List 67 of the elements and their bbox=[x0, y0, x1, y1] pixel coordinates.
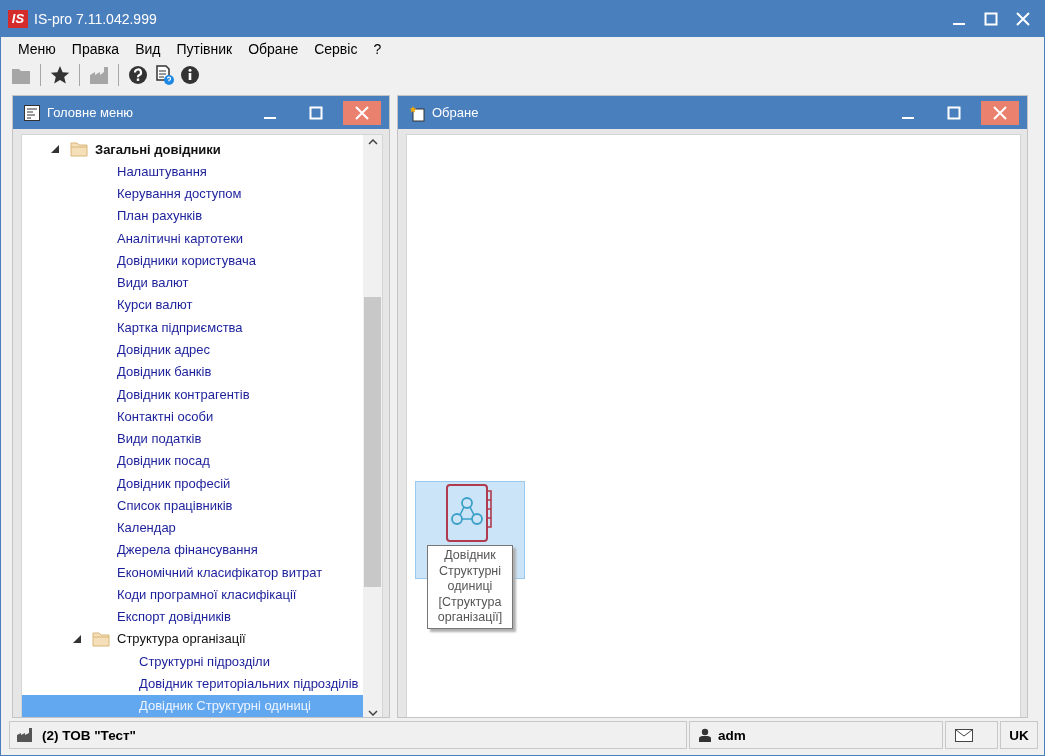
close-icon bbox=[1016, 11, 1030, 26]
tooltip: Довідник Структурні одиниці [Структура організації] bbox=[427, 545, 513, 629]
menu-item[interactable]: Обране bbox=[240, 40, 307, 57]
tree-item[interactable]: Експорт довідників bbox=[22, 605, 363, 628]
user-icon bbox=[698, 728, 712, 742]
folder-icon bbox=[70, 141, 88, 158]
tree-item[interactable]: Аналітичні картотеки bbox=[22, 227, 363, 250]
tree-item[interactable]: Контактні особи bbox=[22, 405, 363, 428]
language-indicator[interactable]: UK bbox=[1000, 721, 1038, 749]
tree-item[interactable]: Довідник територіальних підрозділів bbox=[22, 672, 363, 695]
tree-item[interactable]: Види валют bbox=[22, 271, 363, 294]
menu-window-icon bbox=[23, 103, 41, 122]
tree-item[interactable]: План рахунків bbox=[22, 204, 363, 228]
tree-item[interactable]: Список працівників bbox=[22, 494, 363, 517]
tree-item[interactable]: Економічний класифікатор витрат bbox=[22, 561, 363, 584]
tree-item[interactable]: Довідник посад bbox=[22, 449, 363, 472]
expanded-arrow-icon[interactable] bbox=[72, 633, 82, 644]
envelope-icon bbox=[955, 728, 973, 742]
maximize-icon bbox=[309, 105, 323, 120]
tree-folder[interactable]: Загальні довідники bbox=[22, 138, 363, 161]
close-icon bbox=[993, 105, 1007, 120]
scrollbar[interactable] bbox=[363, 135, 382, 717]
folder-icon bbox=[92, 630, 110, 647]
expanded-arrow-icon[interactable] bbox=[50, 144, 60, 155]
menu-item[interactable]: Правка bbox=[63, 40, 128, 57]
tree-item[interactable]: Керування доступом bbox=[22, 182, 363, 205]
scroll-down-icon[interactable] bbox=[367, 710, 378, 716]
tree-item[interactable]: Картка підприємства bbox=[22, 316, 363, 339]
minimize-icon bbox=[901, 116, 915, 119]
menu-item[interactable]: Вид bbox=[127, 40, 169, 57]
status-mail-cell[interactable] bbox=[945, 721, 998, 749]
minimize-icon bbox=[263, 116, 277, 119]
app-logo: IS bbox=[8, 9, 28, 28]
maximize-icon bbox=[984, 11, 998, 26]
tree-item[interactable]: Джерела фінансування bbox=[22, 538, 363, 562]
menu-item[interactable]: ? bbox=[365, 40, 390, 57]
tree-item[interactable]: Довідник банків bbox=[22, 360, 363, 383]
close-button[interactable] bbox=[343, 100, 381, 125]
maximize-icon bbox=[947, 105, 961, 120]
menu-item[interactable]: Путівник bbox=[168, 40, 241, 57]
user-name: adm bbox=[718, 727, 746, 743]
document-help-icon[interactable] bbox=[154, 65, 174, 85]
tree-item[interactable]: Довідники користувача bbox=[22, 249, 363, 272]
tree-item[interactable]: Довідник контрагентів bbox=[22, 382, 363, 406]
tree-item[interactable]: Курси валют bbox=[22, 293, 363, 317]
tree-item[interactable]: Календар bbox=[22, 516, 363, 539]
panel-title: Обране bbox=[432, 105, 480, 120]
tree-item[interactable]: Коди програмної класифікації bbox=[22, 583, 363, 606]
tree-item[interactable]: Види податків bbox=[22, 427, 363, 450]
minimize-icon bbox=[952, 22, 966, 25]
company-name: (2) ТОВ "Тест" bbox=[42, 727, 136, 743]
help-icon[interactable] bbox=[128, 65, 148, 85]
tree-item[interactable]: Довідник адрес bbox=[22, 338, 363, 361]
menu-item[interactable]: Меню bbox=[10, 40, 64, 57]
scroll-up-icon[interactable] bbox=[367, 139, 378, 145]
tree-item[interactable]: Налаштування bbox=[22, 160, 363, 183]
close-button[interactable] bbox=[981, 100, 1019, 125]
tree-folder[interactable]: Структура організації bbox=[22, 627, 363, 651]
close-icon bbox=[355, 105, 369, 120]
info-icon[interactable] bbox=[180, 65, 200, 85]
tree-item[interactable]: Довідник професій bbox=[22, 472, 363, 495]
tree-item[interactable]: Структурні підрозділи bbox=[22, 650, 363, 673]
star-icon[interactable] bbox=[50, 65, 70, 85]
menu-item[interactable]: Сервіс bbox=[306, 40, 366, 57]
panel-title: Головне меню bbox=[47, 105, 135, 120]
directory-book-icon bbox=[445, 483, 495, 543]
window-title: IS-pro 7.11.042.999 bbox=[34, 10, 158, 27]
